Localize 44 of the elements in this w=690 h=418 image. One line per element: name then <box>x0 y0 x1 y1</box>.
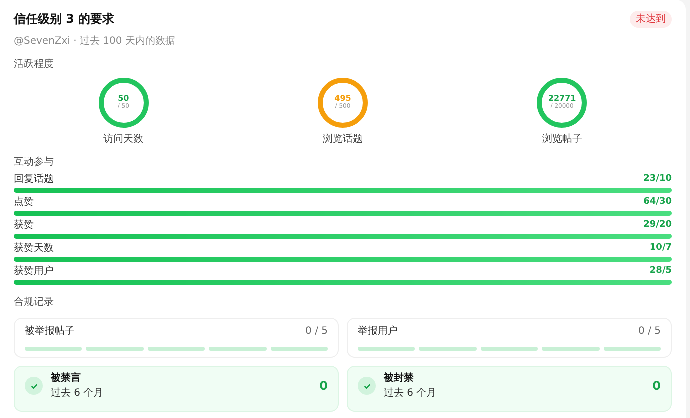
meter-segment <box>480 347 538 351</box>
record-period: 过去 6 个月 <box>51 386 105 401</box>
metric-reading: 29/20 <box>644 218 672 232</box>
meter-segment <box>209 347 267 351</box>
ring-value: 22771 <box>548 95 576 104</box>
metric-label: 获赞用户 <box>14 264 54 279</box>
report-reading: 0 / 5 <box>638 325 661 339</box>
metric-reading: 64/30 <box>644 196 672 209</box>
meter-segment <box>270 347 328 351</box>
meter-segment <box>419 347 477 351</box>
meter-segment <box>25 347 82 351</box>
meter-segment <box>542 347 600 351</box>
report-label: 被举报帖子 <box>25 324 75 339</box>
ring-label: 访问天数 <box>104 132 144 147</box>
subtitle: @SevenZxi · 过去 100 天内的数据 <box>14 34 176 49</box>
metric-reading: 23/10 <box>644 172 672 186</box>
ring-label: 浏览话题 <box>322 132 363 147</box>
meter-segment <box>358 347 416 351</box>
record-title: 被禁言 <box>51 371 82 386</box>
record-title: 被封禁 <box>384 372 415 386</box>
metric-label: 获赞 <box>14 218 34 233</box>
check-icon <box>25 377 43 395</box>
meter-segment <box>604 347 662 351</box>
metric-label: 获赞天数 <box>14 242 54 256</box>
section-heading: 互动参与 <box>14 156 55 170</box>
ring-value: 495 <box>334 95 352 104</box>
report-label: 举报用户 <box>358 324 398 339</box>
metric-label: 点赞 <box>14 196 34 210</box>
ring-value: 50 <box>118 95 130 104</box>
report-reading: 0 / 5 <box>306 325 328 339</box>
ring-label: 浏览帖子 <box>542 132 582 147</box>
metric-reading: 28/5 <box>650 264 672 278</box>
check-icon <box>358 377 376 395</box>
record-value: 0 <box>320 378 328 395</box>
metric-label: 回复话题 <box>14 172 54 187</box>
status-badge: 未达到 <box>630 10 672 28</box>
meter-segment <box>148 347 206 351</box>
record-period: 过去 6 个月 <box>384 386 438 401</box>
record-value: 0 <box>652 378 661 395</box>
section-heading: 活跃程度 <box>14 58 55 72</box>
metric-reading: 10/7 <box>650 242 672 255</box>
section-heading: 合规记录 <box>14 296 55 310</box>
meter-segment <box>86 347 144 351</box>
card-title: 信任级别 3 的要求 <box>14 11 115 28</box>
